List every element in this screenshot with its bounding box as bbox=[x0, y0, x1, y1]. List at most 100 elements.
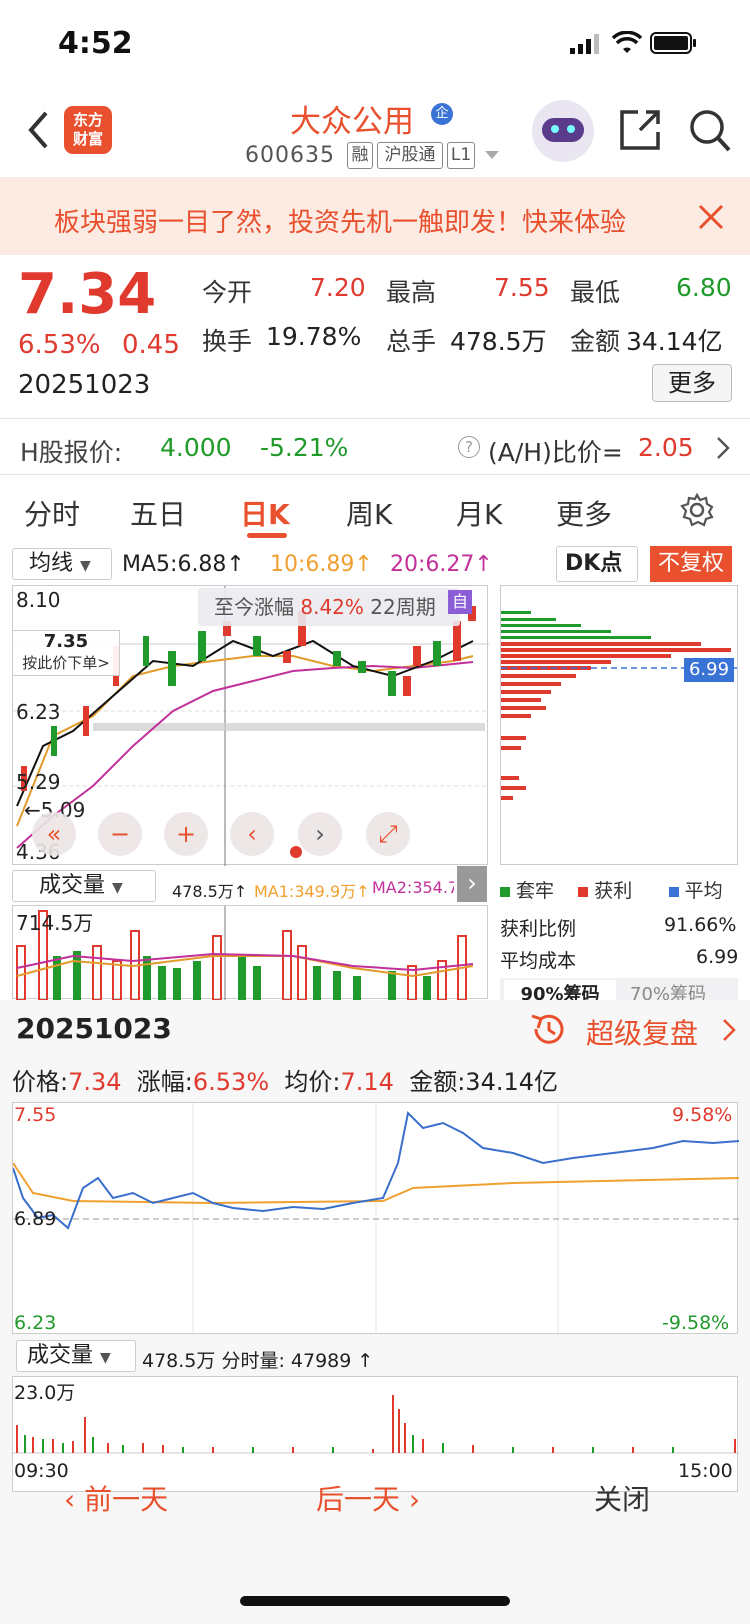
self-select-tag[interactable]: 自 bbox=[448, 590, 472, 614]
intraday-chart bbox=[12, 1102, 740, 1335]
chevron-right-icon[interactable] bbox=[716, 436, 730, 460]
next-day-button[interactable]: 后一天 › bbox=[316, 1478, 420, 1518]
turnover-label: 换手 bbox=[202, 327, 253, 356]
zoom-in-button[interactable]: + bbox=[164, 812, 208, 856]
quote-date: 20251023 bbox=[18, 370, 151, 400]
change-amt: 0.45 bbox=[122, 330, 180, 360]
hshare-price: 4.000 bbox=[160, 433, 232, 462]
volume-value: 478.5万↑ bbox=[172, 882, 248, 901]
chip-chart bbox=[500, 585, 738, 865]
tab-five-day[interactable]: 五日 bbox=[130, 493, 186, 533]
volume-label: 总手 bbox=[386, 327, 437, 356]
zoom-out-button[interactable]: − bbox=[98, 812, 142, 856]
more-button[interactable]: 更多 bbox=[652, 364, 732, 402]
volume-select[interactable]: 成交量 ▼ bbox=[12, 870, 156, 902]
open-value: 7.20 bbox=[310, 273, 366, 302]
tab-daily-k[interactable]: 日K bbox=[240, 493, 290, 533]
ah-label: (A/H)比价= bbox=[488, 438, 623, 467]
help-icon[interactable]: ? bbox=[458, 436, 480, 458]
banner-text: 板块强弱一目了然，投资先机一触即发！快来体验 bbox=[54, 208, 627, 238]
hshare-label: H股报价: bbox=[20, 438, 123, 467]
vol-ma2: MA2:354.7... bbox=[372, 878, 454, 897]
divider bbox=[0, 418, 750, 419]
prev-button[interactable]: ‹ bbox=[230, 812, 274, 856]
amount-value: 34.14亿 bbox=[626, 327, 723, 356]
tag-margin: 融 bbox=[347, 142, 373, 169]
expand-button[interactable]: ⤢ bbox=[366, 812, 410, 856]
ma-select[interactable]: 均线 ▼ bbox=[12, 548, 112, 580]
dropdown-icon[interactable] bbox=[484, 150, 500, 160]
turnover-value: 19.78% bbox=[266, 322, 362, 351]
chip-tabs[interactable]: 90%筹码 70%筹码 bbox=[500, 978, 738, 1000]
dk-button[interactable]: DK点 bbox=[556, 546, 638, 582]
tab-weekly-k[interactable]: 周K bbox=[346, 493, 392, 533]
low-value: 6.80 bbox=[676, 273, 732, 302]
replay-vol-info: 478.5万 分时量: 47989 ↑ bbox=[142, 1350, 374, 1372]
share-icon[interactable] bbox=[618, 108, 662, 152]
high-value: 7.55 bbox=[494, 273, 550, 302]
rewind-button[interactable]: « bbox=[32, 812, 76, 856]
replay-date: 20251023 bbox=[16, 1012, 172, 1045]
back-icon[interactable] bbox=[26, 110, 52, 150]
current-price: 7.34 bbox=[18, 262, 157, 327]
prev-day-button[interactable]: ‹ 前一天 bbox=[64, 1478, 168, 1518]
enterprise-badge: 企 bbox=[431, 103, 453, 125]
ah-value: 2.05 bbox=[638, 433, 694, 462]
tab-indicator bbox=[247, 533, 287, 538]
intraday-r-bot: -9.58% bbox=[662, 1312, 730, 1334]
cursor-price-box[interactable]: 7.35 按此价下单> bbox=[12, 630, 120, 676]
intraday-r-top: 9.58% bbox=[672, 1104, 733, 1126]
volume-y-top: 714.5万 bbox=[16, 911, 94, 935]
tag-connect: 沪股通 bbox=[377, 142, 443, 169]
close-button[interactable]: 关闭 bbox=[594, 1478, 650, 1518]
intraday-y-mid: 6.89 bbox=[14, 1208, 57, 1230]
tab-monthly-k[interactable]: 月K bbox=[456, 493, 502, 533]
high-label: 最高 bbox=[386, 278, 437, 307]
gear-icon[interactable] bbox=[680, 493, 714, 527]
tab-intraday[interactable]: 分时 bbox=[24, 493, 80, 533]
profit-value: 91.66% bbox=[664, 914, 737, 936]
low-label: 最低 bbox=[570, 278, 621, 307]
assistant-avatar[interactable] bbox=[532, 100, 594, 162]
home-indicator bbox=[240, 1596, 510, 1606]
ma5-value: MA5:6.88↑ bbox=[122, 552, 245, 577]
vol-ma1: MA1:349.9万↑ bbox=[254, 882, 370, 901]
intraday-y-bot: 6.23 bbox=[14, 1312, 57, 1334]
cost-label: 平均成本 bbox=[500, 950, 577, 972]
amount-label: 金额 bbox=[570, 327, 621, 356]
super-replay-link[interactable]: 超级复盘 bbox=[586, 1012, 698, 1052]
open-label: 今开 bbox=[202, 278, 253, 307]
adjust-button[interactable]: 不复权 bbox=[650, 546, 732, 582]
chip-canvas bbox=[501, 611, 737, 800]
ma20-value: 20:6.27↑ bbox=[390, 552, 493, 577]
stock-name: 大众公用 bbox=[290, 104, 414, 140]
kline-y-mid1: 6.23 bbox=[16, 700, 61, 724]
search-icon[interactable] bbox=[688, 108, 732, 154]
close-icon[interactable] bbox=[698, 204, 724, 230]
expand-arrow-icon[interactable]: › bbox=[457, 866, 487, 902]
next-button[interactable]: › bbox=[298, 812, 342, 856]
volume-value: 478.5万 bbox=[450, 327, 547, 356]
cost-line-label: 6.99 bbox=[684, 658, 734, 682]
wifi-icon bbox=[612, 31, 642, 53]
profit-label: 获利比例 bbox=[500, 918, 577, 940]
replay-vol-select[interactable]: 成交量 ▼ bbox=[16, 1340, 136, 1372]
app-logo: 东方 财富 bbox=[64, 106, 112, 154]
kline-y-mid2: 5.29 bbox=[16, 770, 61, 794]
time-end: 15:00 bbox=[678, 1460, 733, 1482]
intraday-canvas bbox=[12, 1103, 740, 1335]
tab-more[interactable]: 更多 bbox=[556, 493, 612, 533]
tag-level: L1 bbox=[447, 142, 475, 169]
ma10-value: 10:6.89↑ bbox=[270, 552, 373, 577]
chevron-right-icon[interactable] bbox=[722, 1018, 736, 1042]
gain-tip: 至今涨幅 8.42% 22周期 bbox=[198, 588, 460, 626]
chip-legend: 套牢 获利 平均 bbox=[500, 876, 723, 903]
kline-y-top: 8.10 bbox=[16, 588, 61, 612]
intraday-y-top: 7.55 bbox=[14, 1104, 57, 1126]
hshare-pct: -5.21% bbox=[260, 433, 349, 462]
history-icon[interactable] bbox=[528, 1010, 566, 1048]
status-time: 4:52 bbox=[58, 26, 133, 61]
intraday-volume-canvas bbox=[13, 1395, 739, 1454]
signal-icon bbox=[570, 34, 599, 54]
replay-stats: 价格:7.34 涨幅:6.53% 均价:7.14 金额:34.14亿 bbox=[12, 1068, 559, 1096]
